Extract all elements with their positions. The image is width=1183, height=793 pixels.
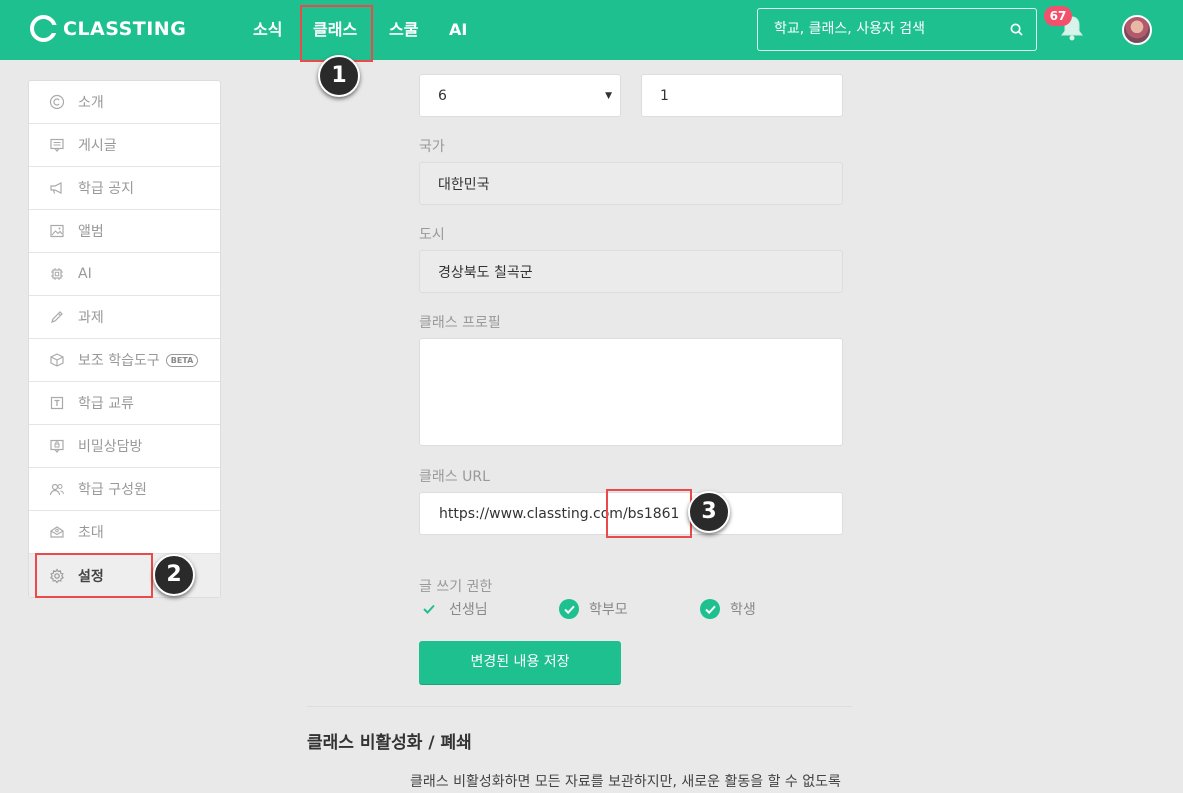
post-icon xyxy=(49,137,65,153)
country-label: 국가 xyxy=(419,139,445,155)
sidebar-item-label: 학급 교류 xyxy=(78,396,134,412)
sidebar-item-label: 학급 구성원 xyxy=(78,482,147,498)
permission-parent[interactable]: 학부모 xyxy=(559,597,628,621)
sidebar-item-assignment[interactable]: 과제 xyxy=(29,296,220,339)
search-input[interactable]: 학교, 클래스, 사용자 검색 xyxy=(757,8,1037,51)
sidebar-item-secret-chat[interactable]: 비밀상담방 xyxy=(29,425,220,468)
copyright-icon xyxy=(49,94,65,110)
nav-news[interactable]: 소식 xyxy=(253,0,282,60)
sidebar-item-label: 초대 xyxy=(78,525,104,541)
sidebar-item-label: 과제 xyxy=(78,310,104,326)
sidebar-item-label: 보조 학습도구 xyxy=(78,353,160,369)
highlight-url-id xyxy=(606,489,692,538)
grade-value: 6 xyxy=(438,87,447,104)
write-permission-label: 글 쓰기 권한 xyxy=(419,579,493,595)
sidebar-item-intro[interactable]: 소개 xyxy=(29,81,220,124)
megaphone-icon xyxy=(49,180,65,196)
sidebar-item-posts[interactable]: 게시글 xyxy=(29,124,220,167)
grade-select[interactable]: 6 ▼ xyxy=(419,74,621,117)
deactivate-section-title: 클래스 비활성화 / 폐쇄 xyxy=(307,733,472,753)
notification-badge: 67 xyxy=(1044,6,1072,26)
sidebar-item-label: AI xyxy=(78,266,92,282)
top-header: CLASSTING 소식 클래스 스쿨 AI 학교, 클래스, 사용자 검색 6… xyxy=(0,0,1183,60)
sidebar-item-album[interactable]: 앨범 xyxy=(29,210,220,253)
logo-text: CLASSTING xyxy=(63,17,187,40)
chip-icon xyxy=(49,266,65,282)
class-number-input[interactable]: 1 xyxy=(641,74,843,117)
permission-student[interactable]: 학생 xyxy=(700,597,756,621)
check-circle-icon xyxy=(700,599,720,619)
deactivate-description: 클래스 비활성화하면 모든 자료를 보관하지만, 새로운 활동을 할 수 없도록 xyxy=(410,774,841,790)
avatar[interactable] xyxy=(1122,15,1152,45)
highlight-settings xyxy=(35,553,153,598)
permission-teacher[interactable]: 선생님 xyxy=(419,597,488,621)
sidebar-item-label: 학급 공지 xyxy=(78,181,134,197)
sidebar-item-ai[interactable]: AI xyxy=(29,253,220,296)
beta-badge: BETA xyxy=(165,353,199,367)
annotation-number-2: 2 xyxy=(153,554,195,596)
profile-label: 클래스 프로필 xyxy=(419,315,501,331)
sidebar-item-notice[interactable]: 학급 공지 xyxy=(29,167,220,210)
search-icon[interactable] xyxy=(1010,23,1023,36)
annotation-number-1: 1 xyxy=(318,55,360,97)
highlight-class-nav xyxy=(300,5,373,62)
pencil-icon xyxy=(49,309,65,325)
logo-mark-icon xyxy=(30,15,57,42)
nav-school[interactable]: 스쿨 xyxy=(389,0,418,60)
check-circle-icon xyxy=(559,599,579,619)
city-label: 도시 xyxy=(419,227,445,243)
checkmark-icon xyxy=(419,604,439,614)
sidebar-item-label: 소개 xyxy=(78,95,104,111)
city-field: 경상북도 칠곡군 xyxy=(419,250,843,293)
nav-ai[interactable]: AI xyxy=(449,0,467,60)
sidebar-item-label: 비밀상담방 xyxy=(78,439,143,455)
sidebar-item-invite[interactable]: 초대 xyxy=(29,511,220,554)
chevron-down-icon: ▼ xyxy=(605,90,612,101)
country-field: 대한민국 xyxy=(419,162,843,205)
country-value: 대한민국 xyxy=(438,176,490,193)
class-sidebar: 소개 게시글 학급 공지 앨범 AI 과제 보조 학습도구 BETA 학급 교류… xyxy=(28,80,221,598)
sidebar-item-class-exchange[interactable]: 학급 교류 xyxy=(29,382,220,425)
exchange-icon xyxy=(49,395,65,411)
permission-teacher-label: 선생님 xyxy=(449,602,488,618)
cube-icon xyxy=(49,352,65,368)
search-placeholder: 학교, 클래스, 사용자 검색 xyxy=(774,21,926,37)
invite-icon xyxy=(49,524,65,540)
sidebar-item-members[interactable]: 학급 구성원 xyxy=(29,468,220,511)
city-value: 경상북도 칠곡군 xyxy=(438,264,533,281)
secret-chat-icon xyxy=(49,438,65,454)
permission-student-label: 학생 xyxy=(730,602,756,618)
section-divider xyxy=(307,706,852,707)
class-number-value: 1 xyxy=(660,87,669,104)
annotation-number-3: 3 xyxy=(688,491,730,533)
url-label: 클래스 URL xyxy=(419,469,490,485)
classting-logo[interactable]: CLASSTING xyxy=(30,15,186,42)
permission-parent-label: 학부모 xyxy=(589,602,628,618)
members-icon xyxy=(49,481,65,497)
sidebar-item-label: 앨범 xyxy=(78,224,104,240)
profile-textarea[interactable] xyxy=(419,338,843,446)
image-icon xyxy=(49,223,65,239)
sidebar-item-label: 게시글 xyxy=(78,138,117,154)
sidebar-item-learning-tools[interactable]: 보조 학습도구 BETA xyxy=(29,339,220,382)
save-changes-button[interactable]: 변경된 내용 저장 xyxy=(419,641,621,684)
